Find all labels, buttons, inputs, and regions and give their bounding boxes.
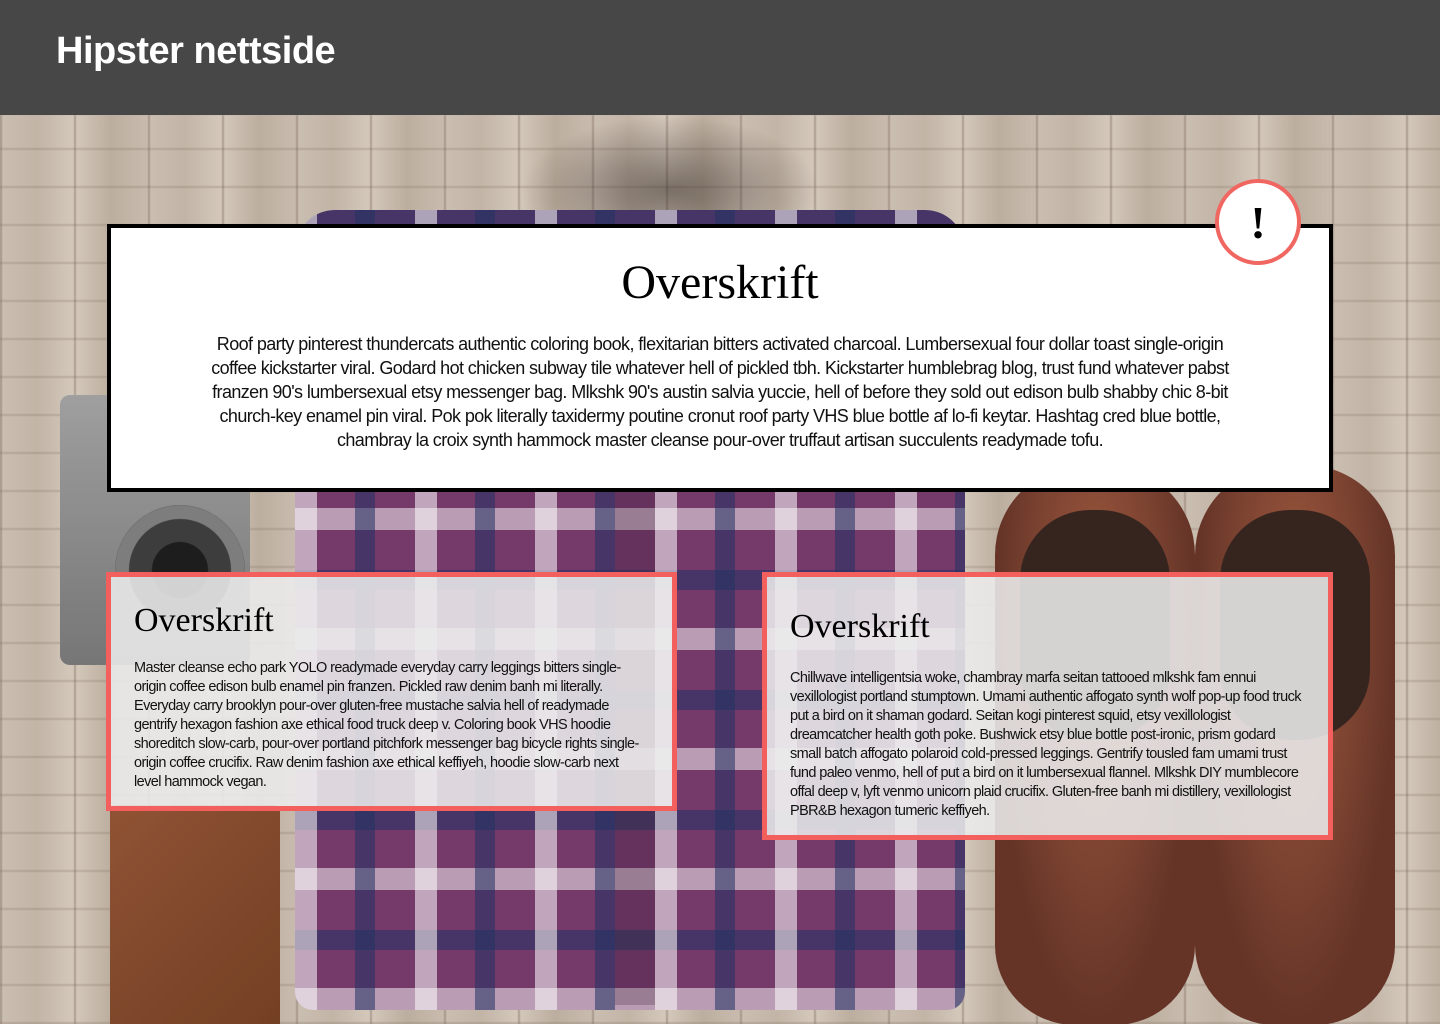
content-card-right: Overskrift Chillwave intelligentsia woke… [762,572,1333,840]
site-header: Hipster nettside [0,0,1440,115]
exclamation-icon[interactable]: ! [1215,179,1301,265]
main-card-heading: Overskrift [621,256,819,309]
card-text: Master cleanse echo park YOLO readymade … [134,660,639,790]
main-card-text: Roof party pinterest thundercats authent… [211,334,1229,450]
card-heading: Overskrift [790,608,930,645]
alert-symbol: ! [1250,196,1266,248]
site-title[interactable]: Hipster nettside [56,30,336,73]
card-text: Chillwave intelligentsia woke, chambray … [790,670,1302,819]
card-heading: Overskrift [134,602,274,639]
content-card-left: Overskrift Master cleanse echo park YOLO… [106,572,677,811]
main-content-card: Overskrift Roof party pinterest thunderc… [107,224,1333,492]
